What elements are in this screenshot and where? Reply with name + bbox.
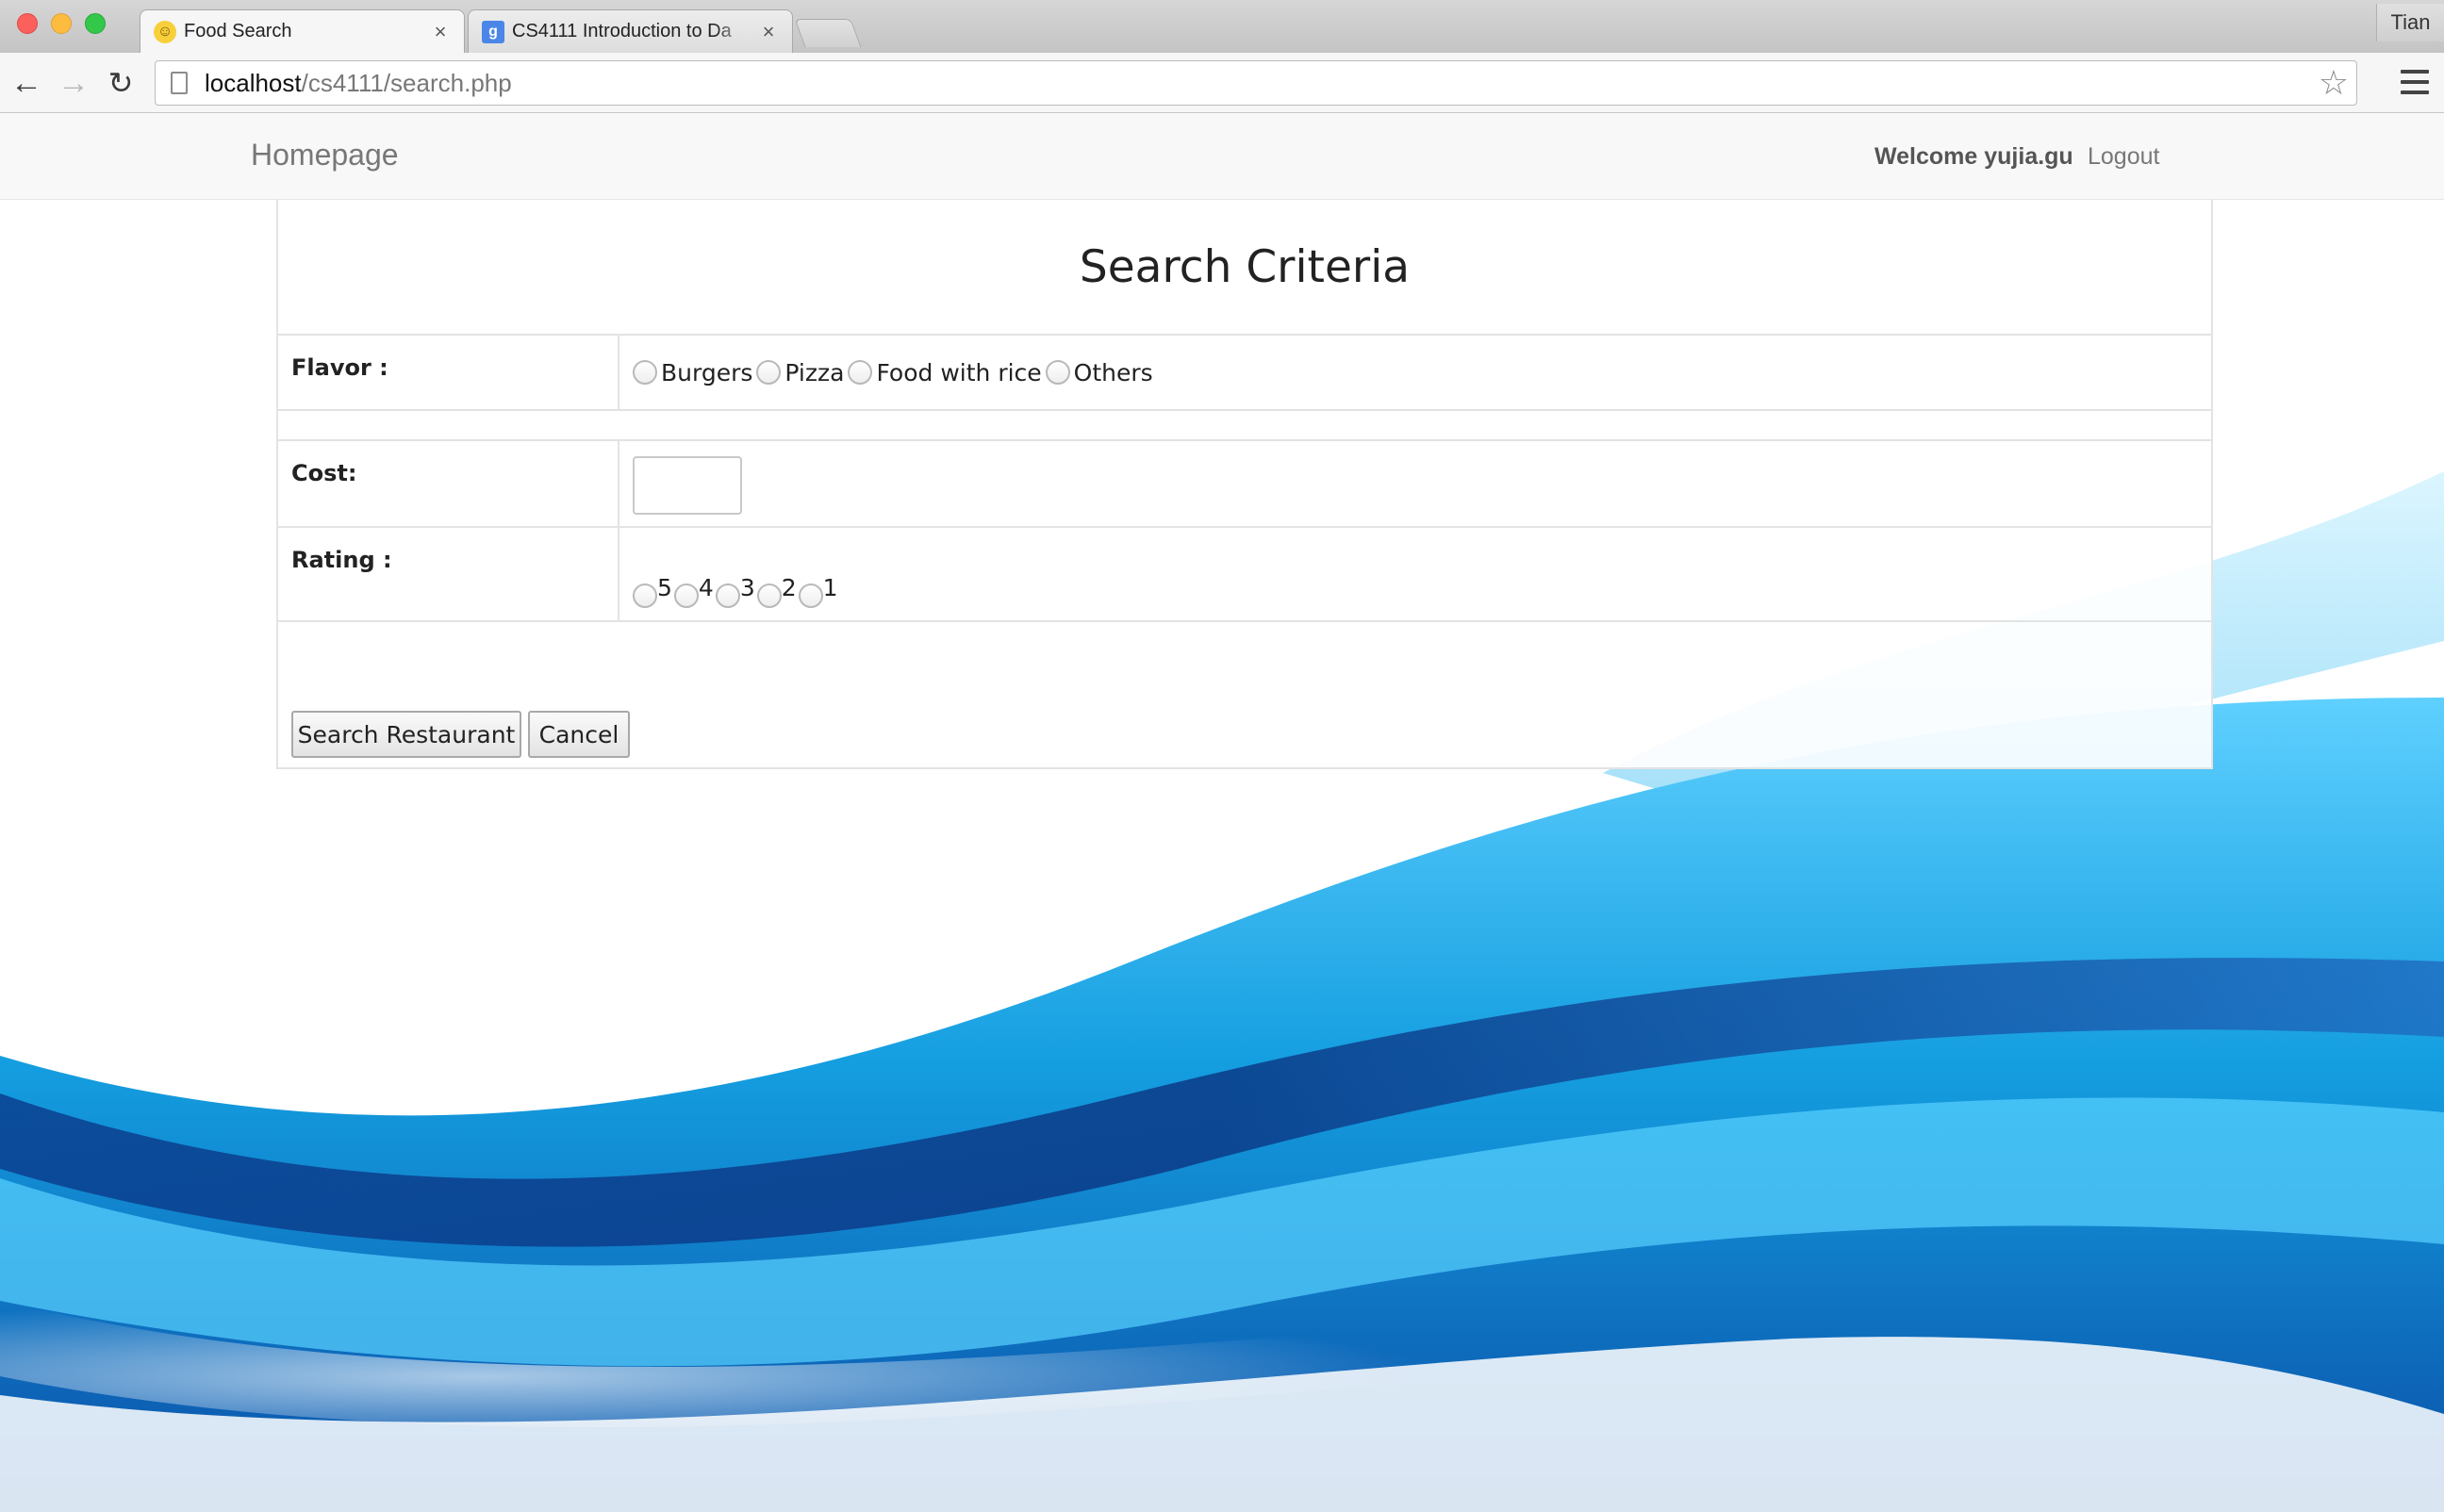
cost-field-cell [619, 441, 2211, 526]
close-window-button[interactable] [17, 13, 38, 34]
tab-title: Food Search [184, 21, 292, 41]
option-label: Pizza [784, 358, 845, 386]
flavor-option-others[interactable]: Others [1045, 358, 1155, 386]
bookmark-star-icon[interactable]: ☆ [2319, 65, 2349, 101]
new-tab-button[interactable] [794, 19, 862, 47]
google-favicon-icon: g [482, 20, 504, 43]
rating-option-2[interactable]: 2 [756, 567, 797, 608]
address-bar[interactable]: localhost/cs4111/search.php ☆ [155, 60, 2357, 106]
hamburger-menu-icon[interactable] [2399, 66, 2431, 98]
search-form-panel: Search Criteria Flavor : Burgers Pizza F… [276, 200, 2213, 769]
rating-label: Rating : [278, 528, 619, 620]
cost-label: Cost: [278, 441, 619, 526]
option-label: 1 [822, 573, 838, 601]
close-tab-icon[interactable]: × [758, 20, 779, 44]
rating-option-4[interactable]: 4 [673, 567, 714, 608]
radio-rating-4[interactable] [673, 583, 699, 608]
flavor-row: Flavor : Burgers Pizza Food with rice Ot… [278, 336, 2211, 411]
tab-cs4111[interactable]: g CS4111 Introduction to Da × [468, 9, 793, 53]
minimize-window-button[interactable] [51, 13, 72, 34]
rating-option-3[interactable]: 3 [715, 567, 755, 608]
rating-options: 5 4 3 2 1 [619, 528, 2211, 620]
maximize-window-button[interactable] [85, 13, 106, 34]
flavor-label: Flavor : [278, 336, 619, 409]
page-viewport: Homepage Welcome yujia.gu Logout Search … [0, 113, 2444, 1512]
radio-pizza[interactable] [756, 360, 782, 385]
option-label: 5 [657, 573, 672, 601]
radio-others[interactable] [1045, 360, 1070, 385]
option-label: Burgers [661, 358, 753, 386]
forward-arrow-icon[interactable]: → [53, 62, 94, 104]
option-label: 2 [781, 573, 797, 601]
search-restaurant-button[interactable]: Search Restaurant [291, 711, 521, 758]
flavor-option-pizza[interactable]: Pizza [756, 359, 846, 386]
radio-rating-5[interactable] [633, 583, 657, 608]
cancel-button[interactable]: Cancel [528, 711, 630, 758]
option-label: Others [1073, 358, 1153, 386]
cost-row: Cost: [278, 441, 2211, 528]
welcome-text: Welcome yujia.gu [1874, 143, 2073, 170]
top-navbar: Homepage Welcome yujia.gu Logout [0, 113, 2444, 200]
browser-titlebar: ☺ Food Search × g CS4111 Introduction to… [0, 0, 2444, 53]
rating-row: Rating : 5 4 3 2 1 [278, 528, 2211, 622]
radio-rating-1[interactable] [798, 583, 823, 608]
radio-rating-3[interactable] [715, 583, 740, 608]
cost-input[interactable] [633, 456, 742, 515]
radio-rating-2[interactable] [756, 583, 782, 608]
flavor-option-burgers[interactable]: Burgers [633, 359, 754, 386]
rating-option-5[interactable]: 5 [633, 567, 672, 608]
option-label: 3 [739, 573, 755, 601]
homepage-link[interactable]: Homepage [251, 138, 399, 173]
radio-food-with-rice[interactable] [848, 360, 873, 385]
flavor-options: Burgers Pizza Food with rice Others [619, 336, 2211, 409]
browser-toolbar: ← → ↻ localhost/cs4111/search.php ☆ [0, 53, 2444, 113]
rating-option-1[interactable]: 1 [798, 567, 838, 608]
url-path: /cs4111/search.php [301, 68, 512, 97]
option-label: Food with rice [876, 358, 1042, 386]
option-label: 4 [698, 573, 714, 601]
page-title: Search Criteria [278, 200, 2211, 336]
profile-button[interactable]: Tian [2376, 4, 2444, 41]
logout-link[interactable]: Logout [2088, 143, 2159, 171]
back-arrow-icon[interactable]: ← [6, 62, 47, 104]
close-tab-icon[interactable]: × [430, 20, 451, 44]
reload-icon[interactable]: ↻ [100, 62, 141, 104]
smiley-favicon-icon: ☺ [154, 20, 176, 43]
url-host: localhost [205, 68, 302, 97]
tab-title: CS4111 Introduction to Da [512, 21, 732, 41]
page-icon [171, 72, 188, 94]
radio-burgers[interactable] [633, 360, 657, 385]
tab-food-search[interactable]: ☺ Food Search × [140, 9, 465, 53]
spacer-row [278, 411, 2211, 441]
flavor-option-food-with-rice[interactable]: Food with rice [848, 359, 1043, 386]
